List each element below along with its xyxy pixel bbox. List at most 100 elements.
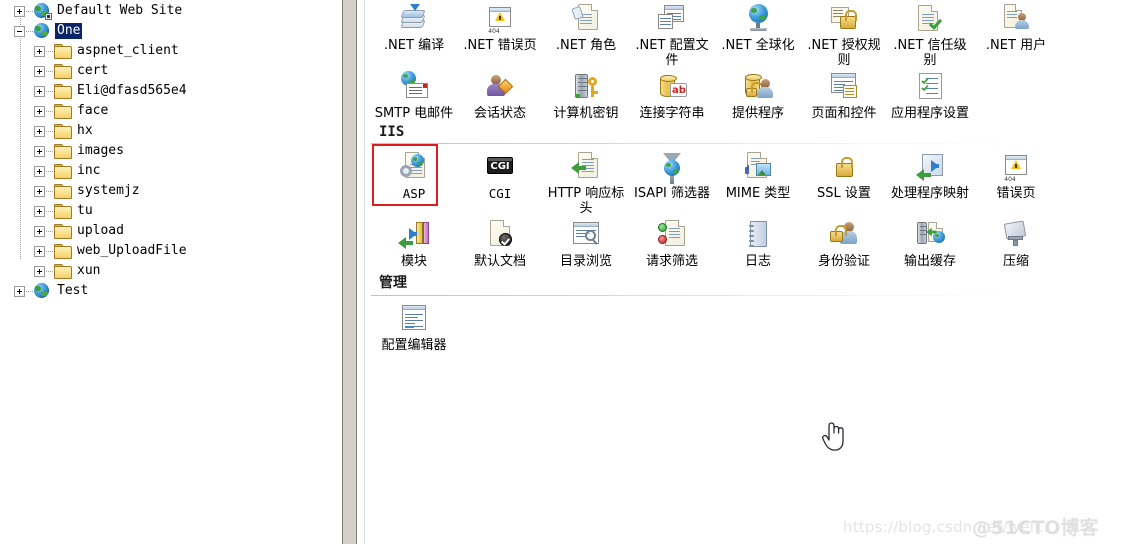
feature-item-cgi[interactable]: CGI CGI — [457, 148, 543, 216]
vertical-scrollbar[interactable] — [342, 0, 357, 544]
feature-item-request-filtering[interactable]: 请求筛选 — [629, 216, 715, 272]
tree-item-label: One — [55, 23, 83, 39]
tree-item-label: inc — [77, 163, 101, 178]
feature-item-logging[interactable]: 日志 — [715, 216, 801, 272]
tree-item-label: face — [77, 103, 109, 118]
expand-plus-icon[interactable] — [34, 105, 45, 117]
connections-tree-pane[interactable]: Default Web Site One aspnet_client cert Eli@… — [0, 0, 338, 544]
expand-plus-icon[interactable] — [34, 165, 45, 177]
tree-item-hx[interactable]: hx — [0, 121, 338, 141]
feature-item-asp[interactable]: ASP — [371, 144, 457, 216]
net-error-pages-icon: 404 — [483, 2, 517, 36]
feature-item-net-roles[interactable]: .NET 角色 — [543, 0, 629, 68]
feature-item-net-authorization-rules[interactable]: .NET 授权规则 — [801, 0, 887, 68]
feature-item-application-settings[interactable]: 应用程序设置 — [887, 68, 973, 124]
expand-plus-icon[interactable] — [34, 265, 45, 277]
feature-item-default-document[interactable]: 默认文档 — [457, 216, 543, 272]
feature-item-isapi-filters[interactable]: ISAPI 筛选器 — [629, 148, 715, 216]
expand-plus-icon[interactable] — [34, 125, 45, 137]
feature-item-error-pages[interactable]: 404 错误页 — [973, 148, 1059, 216]
feature-item-label: .NET 错误页 — [463, 38, 537, 53]
default-document-icon — [483, 218, 517, 252]
expand-plus-icon[interactable] — [14, 285, 25, 297]
net-globalization-icon — [741, 2, 775, 36]
tree-connector — [46, 150, 54, 152]
feature-item-mime-types[interactable]: MIME 类型 — [715, 148, 801, 216]
feature-item-label: ASP — [402, 186, 426, 201]
feature-item-authentication[interactable]: 身份验证 — [801, 216, 887, 272]
tree-item-label: Default Web Site — [57, 3, 183, 18]
feature-item-net-error-pages[interactable]: 404 .NET 错误页 — [457, 0, 543, 68]
iis-manager-window: Default Web Site One aspnet_client cert Eli@… — [0, 0, 1123, 544]
feature-item-compression[interactable]: 压缩 — [973, 216, 1059, 272]
tree-connector — [46, 50, 54, 52]
expand-plus-icon[interactable] — [34, 65, 45, 77]
feature-section-iis: IIS ASP CGI CGI HTTP 响应标头 ISAPI 筛选器 MIME 类型 SSL… — [371, 124, 1123, 272]
feature-item-output-caching[interactable]: 输出缓存 — [887, 216, 973, 272]
feature-item-session-state[interactable]: 会话状态 — [457, 68, 543, 124]
directory-browsing-icon — [569, 218, 603, 252]
feature-item-net-profile[interactable]: .NET 配置文件 — [629, 0, 715, 68]
feature-item-net-globalization[interactable]: .NET 全球化 — [715, 0, 801, 68]
feature-view-pane[interactable]: .NET 编译 404 .NET 错误页 .NET 角色 .NET 配置文件 .NET 全… — [371, 0, 1123, 544]
tree-item-upload[interactable]: upload — [0, 221, 338, 241]
folder-icon — [54, 103, 72, 119]
feature-item-configuration-editor[interactable]: 配置编辑器 — [371, 300, 457, 356]
expand-plus-icon[interactable] — [34, 145, 45, 157]
feature-item-ssl-settings[interactable]: SSL 设置 — [801, 148, 887, 216]
feature-item-handler-mappings[interactable]: 处理程序映射 — [887, 148, 973, 216]
expand-plus-icon[interactable] — [34, 205, 45, 217]
folder-icon — [54, 183, 72, 199]
tree-item-images[interactable]: images — [0, 141, 338, 161]
tree-connector — [26, 30, 34, 32]
tree-item-web-uploadfile[interactable]: web_UploadFile — [0, 241, 338, 261]
tree-item-one[interactable]: One — [0, 21, 338, 41]
tree-connector — [46, 90, 54, 92]
feature-item-pages-and-controls[interactable]: 页面和控件 — [801, 68, 887, 124]
tree-item-label: systemjz — [77, 183, 140, 198]
feature-item-label: 应用程序设置 — [890, 106, 969, 121]
folder-icon — [54, 63, 72, 79]
expand-plus-icon[interactable] — [34, 245, 45, 257]
folder-icon — [54, 43, 72, 59]
connection-strings-icon: ab — [655, 70, 689, 104]
tree-item-eli-dfasd565e4[interactable]: Eli@dfasd565e4 — [0, 81, 338, 101]
feature-item-modules[interactable]: 模块 — [371, 216, 457, 272]
expand-plus-icon[interactable] — [34, 225, 45, 237]
tree-item-label: tu — [77, 203, 93, 218]
feature-item-connection-strings[interactable]: ab 连接字符串 — [629, 68, 715, 124]
configuration-editor-icon — [397, 302, 431, 336]
expand-plus-icon[interactable] — [34, 185, 45, 197]
cgi-icon: CGI — [483, 150, 517, 184]
feature-item-label: .NET 配置文件 — [635, 38, 709, 68]
tree-connector — [46, 110, 54, 112]
expand-plus-icon[interactable] — [14, 5, 25, 17]
feature-item-net-users[interactable]: .NET 用户 — [973, 0, 1059, 68]
feature-item-directory-browsing[interactable]: 目录浏览 — [543, 216, 629, 272]
feature-item-machine-key[interactable]: 计算机密钥 — [543, 68, 629, 124]
tree-item-xun[interactable]: xun — [0, 261, 338, 281]
collapse-minus-icon[interactable] — [14, 25, 25, 37]
net-roles-icon — [569, 2, 603, 36]
pane-splitter[interactable] — [338, 0, 371, 544]
tree-item-face[interactable]: face — [0, 101, 338, 121]
expand-plus-icon[interactable] — [34, 45, 45, 57]
tree-connector — [26, 10, 34, 12]
feature-item-smtp-email[interactable]: SMTP 电邮件 — [371, 68, 457, 124]
feature-item-label: 压缩 — [1002, 254, 1029, 269]
feature-item-http-response-headers[interactable]: HTTP 响应标头 — [543, 148, 629, 216]
tree-item-systemjz[interactable]: systemjz — [0, 181, 338, 201]
feature-item-providers[interactable]: 提供程序 — [715, 68, 801, 124]
tree-item-tu[interactable]: tu — [0, 201, 338, 221]
tree-item-aspnet-client[interactable]: aspnet_client — [0, 41, 338, 61]
tree-item-cert[interactable]: cert — [0, 61, 338, 81]
feature-item-net-trust-levels[interactable]: .NET 信任级别 — [887, 0, 973, 68]
feature-item-net-compilation[interactable]: .NET 编译 — [371, 0, 457, 68]
tree-item-default-web-site[interactable]: Default Web Site — [0, 1, 338, 21]
tree-item-inc[interactable]: inc — [0, 161, 338, 181]
feature-item-label: MIME 类型 — [725, 186, 791, 201]
expand-plus-icon[interactable] — [34, 85, 45, 97]
feature-item-label: 目录浏览 — [559, 254, 612, 269]
feature-item-label: 页面和控件 — [811, 106, 877, 121]
tree-item-test[interactable]: Test — [0, 281, 338, 301]
